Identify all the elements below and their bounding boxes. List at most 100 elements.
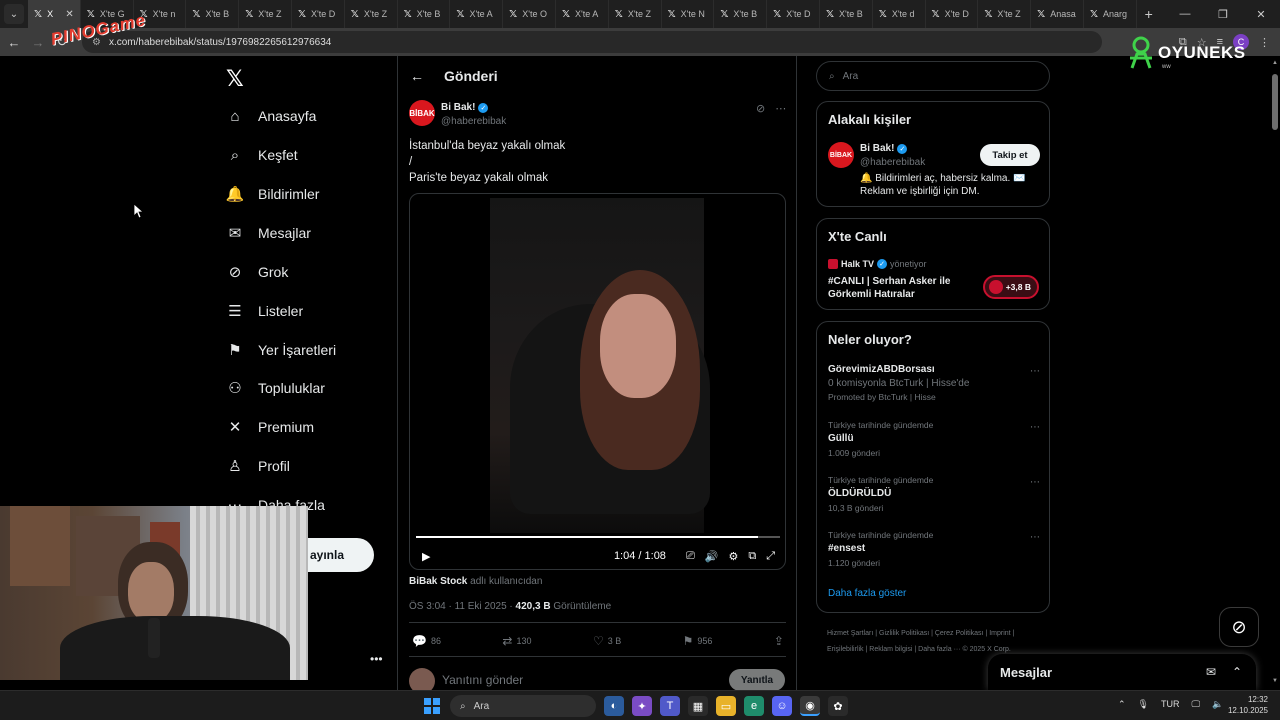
tab-close-icon[interactable]: ✕ (65, 9, 73, 20)
trend-item[interactable]: Türkiye tarihinde gündemde #ensest 1.120 g… (828, 530, 1040, 568)
browser-tab[interactable]: 𝕏 X'te A (556, 0, 609, 28)
reply-button[interactable]: Yanıtla (729, 669, 785, 691)
browser-tab[interactable]: 𝕏 X'te O (503, 0, 556, 28)
browser-tab[interactable]: 𝕏 Anarg (1084, 0, 1137, 28)
related-handle[interactable]: @haberebibak (860, 157, 925, 168)
language-indicator[interactable]: TUR (1161, 699, 1180, 710)
show-more-link[interactable]: Daha fazla göster (828, 588, 906, 599)
live-host[interactable]: Halk TV ✓ yönetiyor (828, 259, 927, 269)
play-icon[interactable]: ▶ (422, 550, 430, 563)
live-listeners-badge[interactable]: +3,8 B (983, 275, 1039, 299)
like-action[interactable]: ♡ 3 B (593, 634, 621, 648)
app-icon[interactable]: ✿ (828, 696, 848, 716)
file-explorer-icon[interactable]: ▭ (716, 696, 736, 716)
nav-item[interactable]: ✕ Premium (226, 415, 314, 439)
pip-icon[interactable]: ⧉ (748, 550, 756, 563)
browser-tab[interactable]: 𝕏 X'te D (926, 0, 979, 28)
browser-tab[interactable]: 𝕏 X'te D (292, 0, 345, 28)
volume-icon[interactable]: 🔊 (705, 550, 719, 563)
trend-more-icon[interactable]: ⋯ (1030, 366, 1040, 377)
new-message-icon[interactable]: ✉ (1206, 665, 1216, 679)
grok-floating-button[interactable]: ⊘ (1219, 607, 1259, 647)
windows-start-icon[interactable] (424, 698, 440, 714)
grok-explain-icon[interactable]: ⊘ (756, 102, 765, 115)
author-name[interactable]: Bi Bak! ✓ (441, 102, 489, 113)
related-avatar[interactable]: BİBAK (828, 142, 854, 168)
trend-item[interactable]: Türkiye tarihinde gündemde Güllü 1.009 gön… (828, 420, 1040, 458)
forward-arrow-icon[interactable]: → (26, 35, 50, 50)
nav-item[interactable]: ⚑ Yer İşaretleri (226, 338, 336, 362)
url-input[interactable]: ⚙ x.com/haberebibak/status/1976982265612… (82, 31, 1102, 53)
account-more-icon[interactable]: ••• (370, 652, 383, 666)
scroll-up-icon[interactable]: ▲ (1271, 60, 1279, 66)
clock[interactable]: 12:32 12.10.2025 (1226, 694, 1268, 716)
kebab-menu-icon[interactable]: ⋮ (1259, 36, 1270, 49)
browser-tab[interactable]: 𝕏 X'te N (662, 0, 715, 28)
follow-button[interactable]: Takip et (980, 144, 1040, 166)
reply-action[interactable]: 💬 86 (412, 634, 441, 648)
tray-expand-icon[interactable]: ⌃ (1118, 699, 1126, 710)
share-action[interactable]: ⇪ (774, 634, 784, 648)
close-window-icon[interactable]: ✕ (1242, 8, 1280, 21)
expand-icon[interactable]: ⌃ (1232, 665, 1242, 679)
browser-tab[interactable]: 𝕏 X'te A (450, 0, 504, 28)
browser-tab[interactable]: 𝕏 X'te Z (609, 0, 662, 28)
settings-gear-icon[interactable]: ⚙ (728, 550, 738, 563)
new-tab-button[interactable]: + (1137, 6, 1161, 22)
browser-tab[interactable]: 𝕏 X'te Z (345, 0, 398, 28)
messages-drawer[interactable]: Mesajlar ✉ ⌃ (988, 654, 1256, 690)
browser-tab[interactable]: 𝕏 Anasa (1031, 0, 1084, 28)
taskbar-search[interactable]: ⌕ Ara (450, 695, 596, 717)
mic-icon[interactable]: 🎙 (1138, 699, 1149, 710)
page-scrollbar[interactable]: ▲ ▼ (1271, 60, 1279, 686)
edge-icon[interactable]: e (744, 696, 764, 716)
trend-item[interactable]: Türkiye tarihinde gündemde ÖLDÜRÜLDÜ 10,3 … (828, 475, 1040, 513)
author-handle[interactable]: @haberebibak (441, 116, 506, 127)
browser-tab[interactable]: 𝕏 X'te B (714, 0, 768, 28)
browser-tab[interactable]: 𝕏 X'te Z (239, 0, 292, 28)
back-arrow-icon[interactable]: ← (2, 35, 26, 50)
nav-item[interactable]: ⊘ Grok (226, 260, 289, 284)
discord-icon[interactable]: ☺ (772, 696, 792, 716)
video-player[interactable]: ▶ 1:04 / 1:08 ⎚ 🔊 ⚙ ⧉ ⤢ (409, 193, 786, 570)
nav-item[interactable]: ♙ Profil (226, 454, 290, 478)
trend-more-icon[interactable]: ⋯ (1030, 422, 1040, 433)
volume-icon[interactable]: 🔈 (1212, 699, 1223, 710)
store-icon[interactable]: ▦ (688, 696, 708, 716)
browser-tab[interactable]: 𝕏 X'te D (767, 0, 820, 28)
attribution-user[interactable]: BiBak Stock (409, 576, 467, 587)
search-input[interactable]: ⌕ Ara (816, 61, 1050, 91)
app-icon[interactable]: ◐ (604, 696, 624, 716)
captions-icon[interactable]: ⎚ (686, 550, 695, 563)
nav-item[interactable]: ⌂ Anasayfa (226, 104, 316, 128)
restore-icon[interactable]: ❐ (1204, 8, 1242, 21)
post-more-icon[interactable]: ⋯ (775, 102, 786, 115)
related-name[interactable]: Bi Bak! ✓ (860, 143, 908, 154)
minimize-icon[interactable]: — (1166, 8, 1204, 21)
trend-more-icon[interactable]: ⋯ (1030, 477, 1040, 488)
nav-item[interactable]: ✉ Mesajlar (226, 221, 311, 245)
bookmark-action[interactable]: ⚑ 956 (683, 634, 713, 648)
nav-item[interactable]: ☰ Listeler (226, 299, 303, 323)
scroll-down-icon[interactable]: ▼ (1271, 678, 1279, 684)
back-arrow-icon[interactable]: ← (410, 68, 424, 84)
teams-icon[interactable]: T (660, 696, 680, 716)
browser-tab[interactable]: 𝕏 X'te B (186, 0, 240, 28)
fullscreen-icon[interactable]: ⤢ (766, 550, 775, 563)
browser-tab[interactable]: 𝕏 X'te d (873, 0, 926, 28)
browser-tab[interactable]: 𝕏 X ✕ (28, 0, 81, 28)
network-icon[interactable]: 🖵 (1191, 699, 1200, 710)
trend-more-icon[interactable]: ⋯ (1030, 532, 1040, 543)
post-timestamp[interactable]: ÖS 3:04 · 11 Eki 2025 · (409, 601, 516, 612)
nav-item[interactable]: ⚇ Topluluklar (226, 376, 325, 400)
x-logo-icon[interactable]: 𝕏 (226, 66, 244, 92)
repost-action[interactable]: ⇄ 130 (502, 634, 531, 648)
browser-tab[interactable]: 𝕏 X'te Z (978, 0, 1032, 28)
browser-tab[interactable]: 𝕏 X'te B (398, 0, 451, 28)
video-progress-bar[interactable] (416, 536, 780, 538)
live-title[interactable]: #CANLI | Serhan Asker ile Görkemli Hatır… (828, 275, 978, 301)
author-avatar[interactable]: BİBAK (409, 100, 435, 126)
promoted-trend[interactable]: GörevimizABDBorsası 0 komisyonla BtcTurk… (828, 364, 1040, 402)
browser-tab[interactable]: 𝕏 X'te B (820, 0, 873, 28)
chrome-icon[interactable]: ◉ (800, 696, 820, 716)
